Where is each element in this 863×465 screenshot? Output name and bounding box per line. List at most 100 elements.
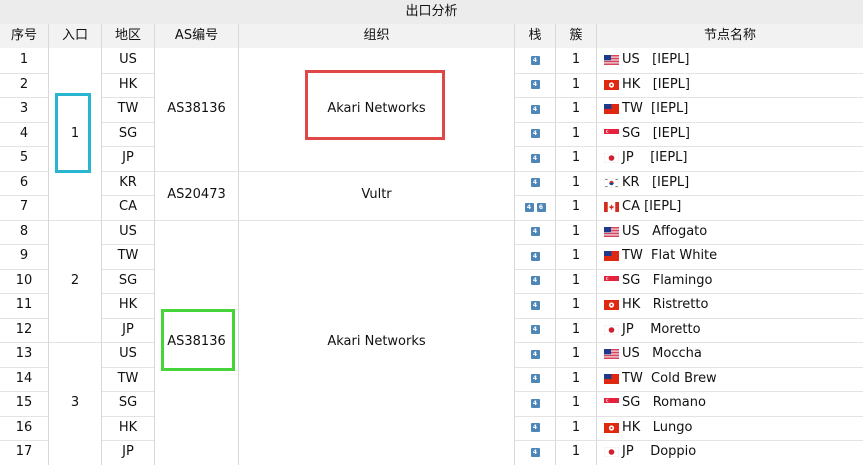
row-divider (0, 171, 48, 172)
row-region: US (119, 223, 137, 239)
row-seq: 9 (19, 248, 29, 264)
org-group-value: Akari Networks (327, 334, 426, 349)
ipv4-icon: 4 (524, 202, 534, 212)
row-divider (0, 195, 48, 196)
node-name[interactable]: HK Lungo (622, 420, 692, 436)
highlight-box (305, 70, 445, 140)
row-cluster: 1 (571, 248, 581, 264)
node-name[interactable]: US Moccha (622, 346, 702, 362)
row-seq: 17 (15, 444, 33, 460)
row-divider (102, 146, 154, 147)
row-divider (515, 391, 863, 392)
row-region: CA (119, 199, 137, 215)
node-name[interactable]: TW Cold Brew (622, 371, 717, 387)
row-divider (0, 220, 48, 221)
row-divider (515, 269, 863, 270)
hk-flag-icon (604, 300, 619, 311)
row-seq: 12 (15, 321, 33, 337)
ipv6-icon: 6 (536, 202, 546, 212)
row-seq: 15 (15, 395, 33, 411)
row-divider (102, 391, 154, 392)
node-name[interactable]: JP Doppio (622, 444, 696, 460)
header-cluster: 簇 (556, 24, 596, 48)
row-seq: 1 (19, 52, 29, 68)
row-region: TW (117, 370, 139, 386)
ipv4-icon: 4 (530, 153, 540, 163)
row-cluster: 1 (571, 223, 581, 239)
row-seq: 8 (19, 223, 29, 239)
ipv4-icon: 4 (530, 276, 540, 286)
header-stack: 栈 (515, 24, 555, 48)
row-cluster: 1 (571, 125, 581, 141)
row-seq: 7 (19, 199, 29, 215)
row-cluster: 1 (571, 370, 581, 386)
row-cluster: 1 (571, 199, 581, 215)
kr-flag-icon (604, 177, 619, 188)
row-divider (102, 244, 154, 245)
row-cluster: 1 (571, 444, 581, 460)
row-region: HK (118, 297, 138, 313)
row-cluster: 1 (571, 101, 581, 117)
ipv4-icon: 4 (530, 251, 540, 261)
row-region: HK (118, 76, 138, 92)
header-asn: AS编号 (155, 24, 238, 48)
row-region: TW (117, 248, 139, 264)
row-cluster: 1 (571, 174, 581, 190)
jp-flag-icon (604, 447, 619, 458)
row-cluster: 1 (571, 297, 581, 313)
node-name[interactable]: US [IEPL] (622, 52, 689, 68)
sg-flag-icon (604, 128, 619, 139)
node-name[interactable]: HK Ristretto (622, 297, 708, 313)
ipv4-icon: 4 (530, 80, 540, 90)
row-seq: 3 (19, 101, 29, 117)
row-divider (0, 269, 48, 270)
entry-group-label: 3 (70, 395, 80, 411)
node-name[interactable]: TW [IEPL] (622, 101, 688, 117)
row-divider (102, 171, 154, 172)
tw-flag-icon (604, 104, 619, 115)
ipv4-icon: 4 (530, 178, 540, 188)
row-divider (102, 293, 154, 294)
node-name[interactable]: JP [IEPL] (622, 150, 687, 166)
row-cluster: 1 (571, 419, 581, 435)
row-divider (102, 318, 154, 319)
row-divider (515, 195, 863, 196)
row-region: TW (117, 101, 139, 117)
row-divider (102, 195, 154, 196)
row-region: HK (118, 419, 138, 435)
row-divider (102, 342, 154, 343)
highlight-box (55, 93, 91, 173)
hk-flag-icon (604, 422, 619, 433)
column-divider (154, 24, 155, 465)
row-divider (0, 73, 48, 74)
ipv4-icon: 4 (530, 129, 540, 139)
row-divider (0, 244, 48, 245)
row-divider (515, 440, 863, 441)
row-seq: 2 (19, 76, 29, 92)
row-region: SG (118, 395, 138, 411)
node-name[interactable]: SG [IEPL] (622, 126, 690, 142)
row-seq: 10 (15, 272, 33, 288)
row-divider (102, 220, 154, 221)
tw-flag-icon (604, 373, 619, 384)
ipv4-icon: 4 (530, 423, 540, 433)
row-divider (515, 367, 863, 368)
ipv4-icon: 4 (530, 447, 540, 457)
node-name[interactable]: JP Moretto (622, 322, 701, 338)
row-divider (0, 440, 48, 441)
node-name[interactable]: KR [IEPL] (622, 175, 689, 191)
node-name[interactable]: SG Romano (622, 395, 706, 411)
node-name[interactable]: CA [IEPL] (622, 199, 681, 215)
row-seq: 16 (15, 419, 33, 435)
asn-group-value: AS38136 (167, 101, 226, 117)
us-flag-icon (604, 226, 619, 237)
ca-flag-icon (604, 202, 619, 213)
node-name[interactable]: TW Flat White (622, 248, 717, 264)
header-org: 组织 (239, 24, 514, 48)
node-name[interactable]: US Affogato (622, 224, 707, 240)
node-name[interactable]: SG Flamingo (622, 273, 713, 289)
row-cluster: 1 (571, 150, 581, 166)
row-cluster: 1 (571, 272, 581, 288)
node-name[interactable]: HK [IEPL] (622, 77, 690, 93)
row-region: JP (122, 150, 134, 166)
